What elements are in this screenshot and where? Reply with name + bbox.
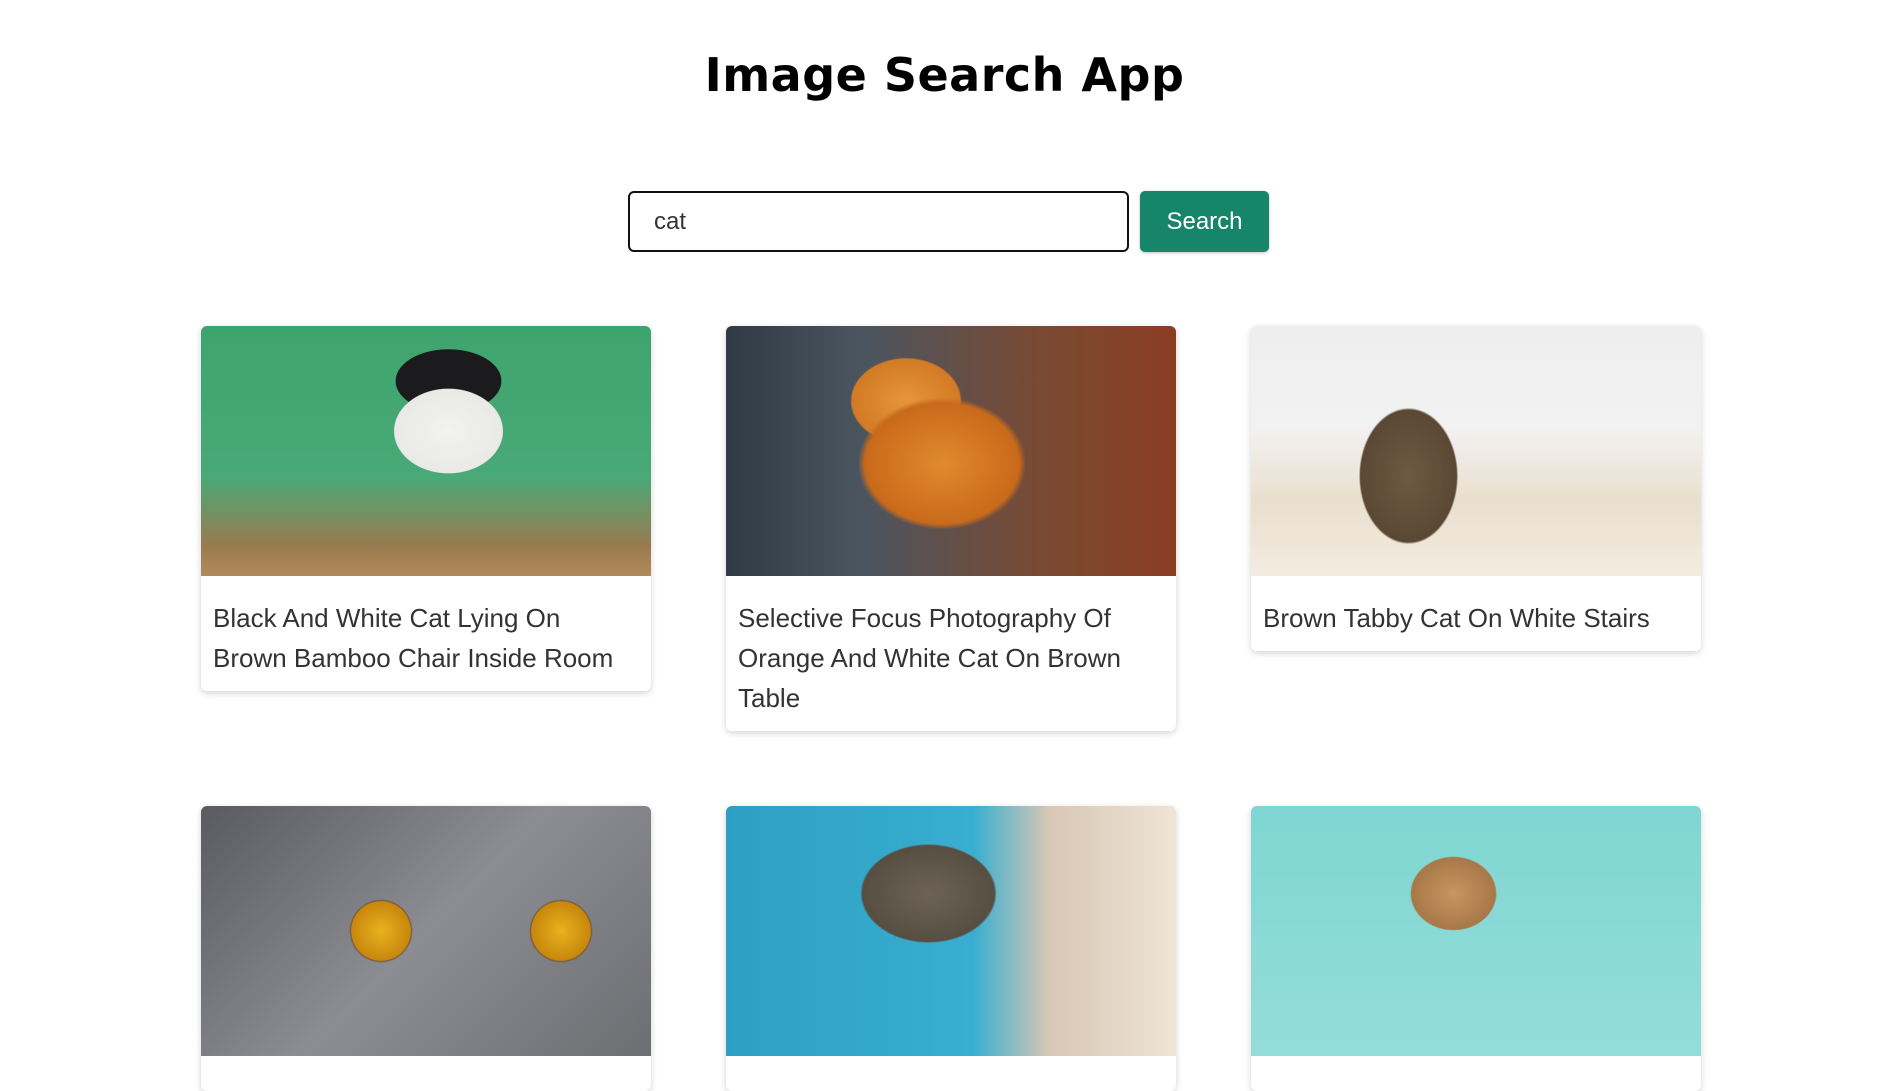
result-card[interactable]	[726, 806, 1176, 1091]
result-title	[201, 1056, 651, 1091]
page-title: Image Search App	[704, 48, 1185, 102]
result-title: Black And White Cat Lying On Brown Bambo…	[213, 603, 614, 673]
result-title: Brown Tabby Cat On White Stairs	[1263, 603, 1650, 633]
result-card[interactable]: Selective Focus Photography Of Orange An…	[726, 326, 1176, 731]
search-input[interactable]	[628, 191, 1129, 252]
result-image[interactable]	[1251, 806, 1701, 1056]
search-button[interactable]: Search	[1140, 191, 1269, 252]
search-form: Search	[628, 191, 1269, 252]
result-card[interactable]	[201, 806, 651, 1091]
result-card[interactable]	[1251, 806, 1701, 1091]
result-card[interactable]: Brown Tabby Cat On White Stairs	[1251, 326, 1701, 651]
result-title	[1251, 1056, 1701, 1091]
results-grid: Black And White Cat Lying On Brown Bambo…	[201, 326, 1701, 1091]
result-image[interactable]	[726, 806, 1176, 1056]
result-title	[726, 1056, 1176, 1091]
result-title: Selective Focus Photography Of Orange An…	[738, 603, 1121, 713]
result-image[interactable]	[1251, 326, 1701, 576]
result-card[interactable]: Black And White Cat Lying On Brown Bambo…	[201, 326, 651, 691]
result-image[interactable]	[726, 326, 1176, 576]
result-image[interactable]	[201, 806, 651, 1056]
result-image[interactable]	[201, 326, 651, 576]
